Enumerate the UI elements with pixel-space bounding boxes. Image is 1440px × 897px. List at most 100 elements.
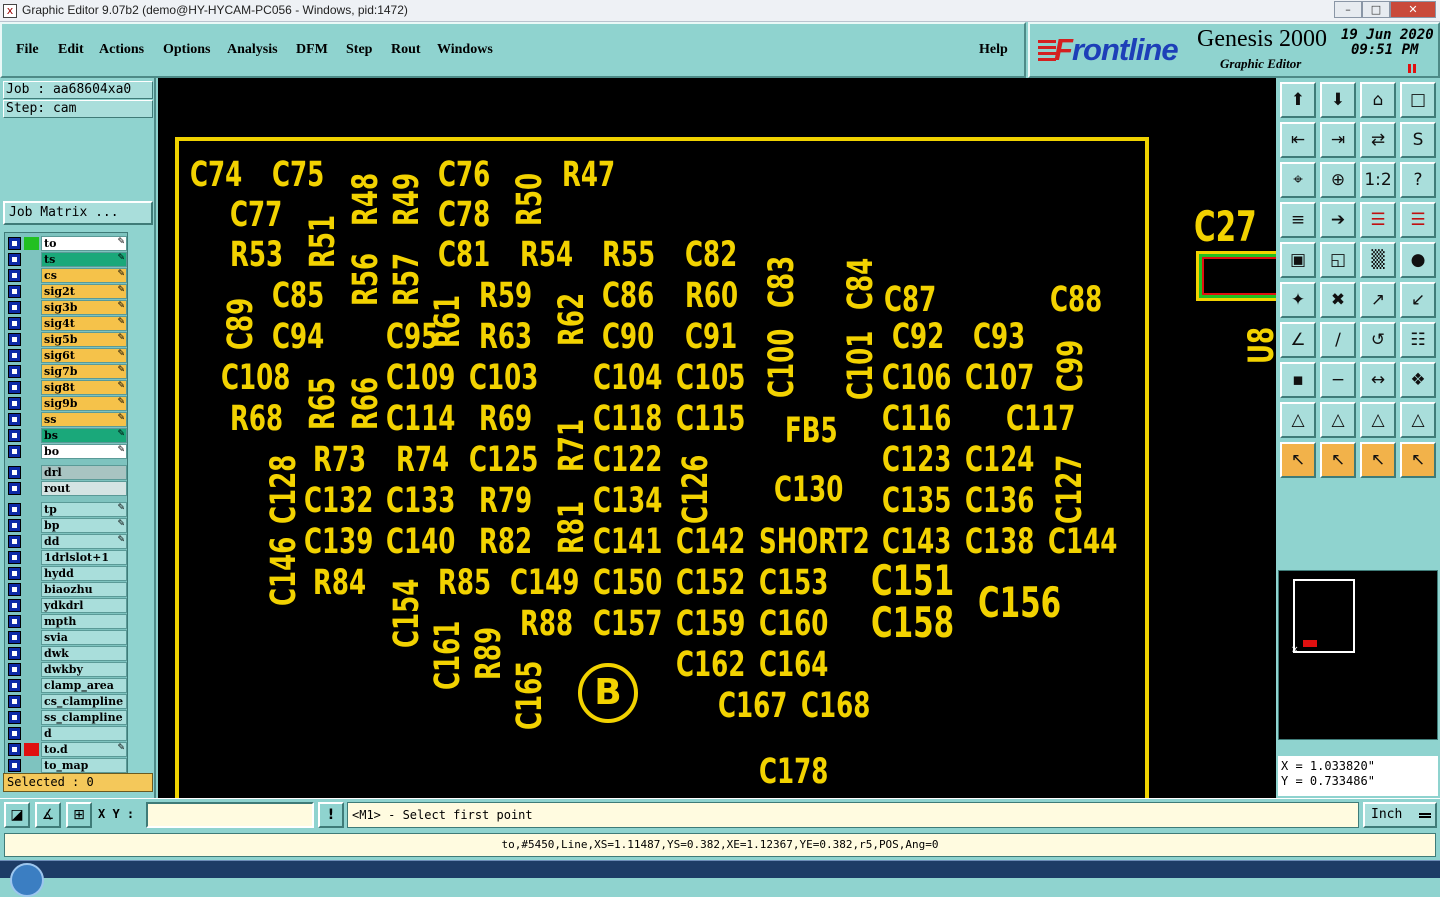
graphic-canvas[interactable]: C74 C75 R48 R49 C76 R50 R47 C77 R51 C78 R53 R56 R57 C…: [158, 78, 1276, 798]
component-label-r59[interactable]: R59: [479, 276, 532, 316]
component-label-r55[interactable]: R55: [602, 235, 655, 275]
layer-checkbox[interactable]: [8, 743, 21, 756]
component-label-c104[interactable]: C104: [593, 358, 662, 398]
component-label-c139[interactable]: C139: [304, 522, 373, 562]
component-label-c130[interactable]: C130: [774, 470, 843, 510]
traffic-icon[interactable]: ☰: [1360, 202, 1396, 238]
swap-icon[interactable]: ⇄: [1360, 122, 1396, 158]
layer-row-dwk[interactable]: dwk: [7, 646, 127, 661]
component-label-c158[interactable]: C158: [871, 598, 954, 647]
layer-row-to-d[interactable]: to.d ✎: [7, 742, 127, 757]
minus-icon[interactable]: −: [1320, 362, 1356, 398]
layer-row-sig7b[interactable]: sig7b ✎: [7, 364, 127, 379]
layer-affected-marker[interactable]: [24, 519, 39, 532]
component-label-c74[interactable]: C74: [190, 155, 242, 195]
layer-affected-marker[interactable]: [24, 759, 39, 772]
layer-row-ss-clampline[interactable]: ss_clampline: [7, 710, 127, 725]
component-label-r63[interactable]: R63: [479, 317, 532, 357]
component-label-r65[interactable]: R65: [303, 377, 343, 430]
layer-row-ts[interactable]: ts ✎: [7, 252, 127, 267]
layer-row-to[interactable]: to ✎: [7, 236, 127, 251]
point-icon[interactable]: ▪: [1280, 362, 1316, 398]
menu-edit[interactable]: Edit: [58, 42, 84, 58]
layer-row-sig9b[interactable]: sig9b ✎: [7, 396, 127, 411]
component-label-r54[interactable]: R54: [520, 235, 573, 275]
layer-affected-marker[interactable]: [24, 647, 39, 660]
job-matrix-button[interactable]: Job Matrix ...: [3, 201, 153, 225]
move-right-icon[interactable]: ⇥: [1320, 122, 1356, 158]
layer-checkbox[interactable]: [8, 253, 21, 266]
component-label-c125[interactable]: C125: [469, 440, 538, 480]
layer-name[interactable]: mpth: [41, 614, 127, 629]
triangle-d-icon[interactable]: △: [1400, 402, 1436, 438]
help-icon[interactable]: ?: [1400, 162, 1436, 198]
component-label-r74[interactable]: R74: [396, 440, 449, 480]
layer-checkbox[interactable]: [8, 663, 21, 676]
component-label-c75[interactable]: C75: [272, 155, 324, 195]
restore-button[interactable]: □: [1362, 1, 1390, 18]
layer-name[interactable]: dwkby: [41, 662, 127, 677]
fit-icon[interactable]: ⌖: [1280, 162, 1316, 198]
component-label-c107[interactable]: C107: [965, 358, 1034, 398]
component-label-c103[interactable]: C103: [469, 358, 538, 398]
component-label-short2[interactable]: SHORT2: [759, 522, 870, 562]
component-label-c93[interactable]: C93: [973, 317, 1025, 357]
component-label-u8[interactable]: U8: [1242, 327, 1276, 364]
component-label-c77[interactable]: C77: [230, 195, 282, 235]
select-poly-icon[interactable]: ↖: [1400, 442, 1436, 478]
layer-affected-marker[interactable]: [24, 301, 39, 314]
layer-name[interactable]: ss: [41, 412, 127, 427]
component-label-c85[interactable]: C85: [272, 276, 324, 316]
slash-icon[interactable]: ∕: [1320, 322, 1356, 358]
layer-row-drl[interactable]: drl: [7, 465, 127, 480]
component-label-r71[interactable]: R71: [552, 419, 592, 472]
layer-checkbox[interactable]: [8, 269, 21, 282]
layer-name[interactable]: bs: [41, 428, 127, 443]
component-label-c127[interactable]: C127: [1050, 455, 1090, 524]
layer-affected-marker[interactable]: [24, 615, 39, 628]
grid-icon[interactable]: ⊞: [66, 802, 92, 828]
layer-affected-marker[interactable]: [24, 397, 39, 410]
component-label-r51[interactable]: R51: [303, 215, 343, 268]
layer-checkbox[interactable]: [8, 429, 21, 442]
xy-input[interactable]: [146, 802, 314, 828]
line-remove-icon[interactable]: ↙: [1400, 282, 1436, 318]
component-label-r47[interactable]: R47: [562, 155, 615, 195]
layer-affected-marker[interactable]: [24, 583, 39, 596]
pointer-icon[interactable]: ↖: [1280, 442, 1316, 478]
snap-grid-icon[interactable]: ◪: [4, 802, 30, 828]
component-label-r50[interactable]: R50: [510, 173, 550, 226]
minimap[interactable]: ×: [1278, 570, 1438, 740]
layer-name[interactable]: sig4t: [41, 316, 127, 331]
layer-row-clamp-area[interactable]: clamp_area: [7, 678, 127, 693]
component-label-r68[interactable]: R68: [230, 399, 283, 439]
layer-name[interactable]: sig7b: [41, 364, 127, 379]
layer-affected-marker[interactable]: [24, 695, 39, 708]
layer-affected-marker[interactable]: [24, 727, 39, 740]
component-label-c136[interactable]: C136: [965, 481, 1034, 521]
component-label-c144[interactable]: C144: [1048, 522, 1117, 562]
component-label-c146[interactable]: C146: [264, 537, 304, 606]
measure-icon[interactable]: ↔: [1360, 362, 1396, 398]
component-label-r56[interactable]: R56: [346, 253, 386, 306]
component-label-c132[interactable]: C132: [304, 481, 373, 521]
layer-row-cs[interactable]: cs ✎: [7, 268, 127, 283]
layer-affected-marker[interactable]: [24, 503, 39, 516]
component-label-r79[interactable]: R79: [479, 481, 532, 521]
layer-name[interactable]: 1drlslot+1: [41, 550, 127, 565]
layer-name[interactable]: to_map: [41, 758, 127, 773]
layer-checkbox[interactable]: [8, 349, 21, 362]
component-label-c86[interactable]: C86: [602, 276, 654, 316]
layer-name[interactable]: rout: [41, 481, 127, 496]
component-label-c126[interactable]: C126: [676, 455, 716, 524]
group-icon[interactable]: ❖: [1400, 362, 1436, 398]
layer-affected-marker[interactable]: [24, 711, 39, 724]
layer-checkbox[interactable]: [8, 583, 21, 596]
component-label-c160[interactable]: C160: [759, 604, 828, 644]
layer-affected-marker[interactable]: [24, 237, 39, 250]
component-label-c118[interactable]: C118: [593, 399, 662, 439]
layer-up-icon[interactable]: ⬆: [1280, 82, 1316, 118]
component-label-r62[interactable]: R62: [552, 293, 592, 346]
s-curve-icon[interactable]: S: [1400, 122, 1436, 158]
layer-checkbox[interactable]: [8, 599, 21, 612]
